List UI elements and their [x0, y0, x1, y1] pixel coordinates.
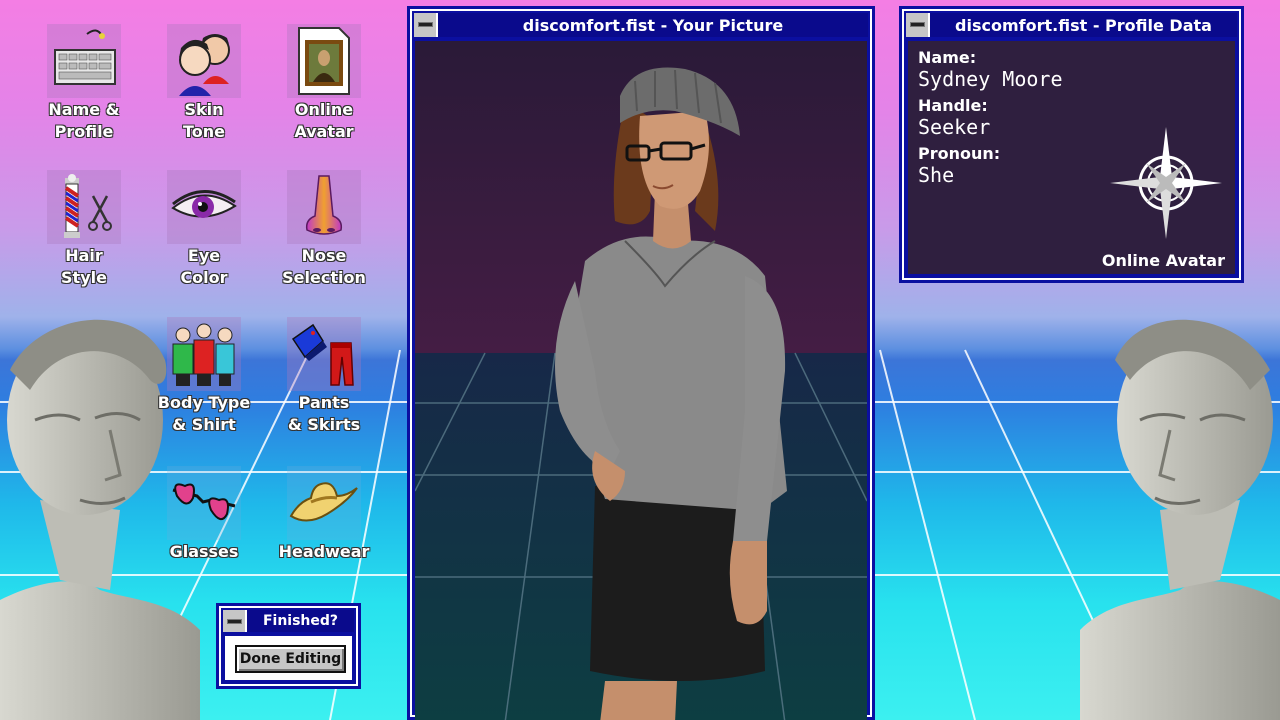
avatar-preview	[415, 41, 867, 720]
glasses-icon	[167, 466, 241, 540]
compass-icon[interactable]	[1108, 125, 1224, 241]
pronoun-value: She	[918, 163, 955, 187]
icon-online-avatar[interactable]: Online Avatar	[262, 24, 386, 143]
icon-label: Hair Style	[61, 246, 107, 287]
icon-skin-tone[interactable]: Skin Tone	[142, 24, 266, 143]
keyboard-icon	[47, 24, 121, 98]
icon-eye-color[interactable]: Eye Color	[142, 170, 266, 289]
icon-glasses[interactable]: Glasses	[142, 466, 266, 563]
icon-label: Pants & Skirts	[287, 393, 361, 434]
icon-label: Online Avatar	[294, 100, 354, 141]
icon-name-profile[interactable]: Name & Profile	[22, 24, 146, 143]
window-menu-button[interactable]	[223, 610, 247, 632]
eye-icon	[167, 170, 241, 244]
cowboy-hat-icon	[287, 466, 361, 540]
name-label: Name:	[918, 48, 977, 67]
marble-bust-right	[1080, 319, 1280, 720]
window-menu-button[interactable]	[906, 13, 930, 37]
icon-headwear[interactable]: Headwear	[262, 466, 386, 563]
profile-window: discomfort.fist - Profile Data Name: Syd…	[899, 6, 1244, 283]
icon-label: Headwear	[278, 542, 370, 561]
icon-label: Skin Tone	[182, 100, 226, 141]
picture-window: discomfort.fist - Your Picture	[407, 6, 875, 720]
icon-hair-style[interactable]: Hair Style	[22, 170, 146, 289]
handle-value: Seeker	[918, 115, 991, 139]
window-title: discomfort.fist - Profile Data	[955, 15, 1212, 35]
icon-label: Glasses	[169, 542, 239, 561]
profile-panel: Name: Sydney Moore Handle: Seeker Pronou…	[908, 41, 1235, 274]
done-editing-button[interactable]: Done Editing	[235, 645, 346, 673]
portrait-file-icon	[287, 24, 361, 98]
icon-label: Body Type & Shirt	[157, 393, 251, 434]
icon-label: Nose Selection	[282, 246, 366, 287]
people-shirts-icon	[167, 317, 241, 391]
icon-label: Name & Profile	[48, 100, 120, 141]
window-title: discomfort.fist - Your Picture	[522, 15, 784, 35]
barber-pole-scissors-icon	[47, 170, 121, 244]
faces-icon	[167, 24, 241, 98]
nose-icon	[287, 170, 361, 244]
icon-nose-selection[interactable]: Nose Selection	[262, 170, 386, 289]
pronoun-label: Pronoun:	[918, 144, 1001, 163]
pants-icon	[287, 317, 361, 391]
finished-dialog: Finished? Done Editing	[216, 603, 361, 689]
dialog-title: Finished?	[262, 613, 339, 629]
icon-label: Eye Color	[180, 246, 228, 287]
name-value: Sydney Moore	[918, 67, 1063, 91]
dialog-body: Done Editing	[225, 636, 352, 680]
avatar-figure	[415, 41, 867, 720]
handle-label: Handle:	[918, 96, 988, 115]
window-menu-button[interactable]	[414, 13, 438, 37]
icon-pants-skirts[interactable]: Pants & Skirts	[262, 317, 386, 436]
icon-body-type-shirt[interactable]: Body Type & Shirt	[142, 317, 266, 436]
online-avatar-label: Online Avatar	[1101, 251, 1225, 270]
